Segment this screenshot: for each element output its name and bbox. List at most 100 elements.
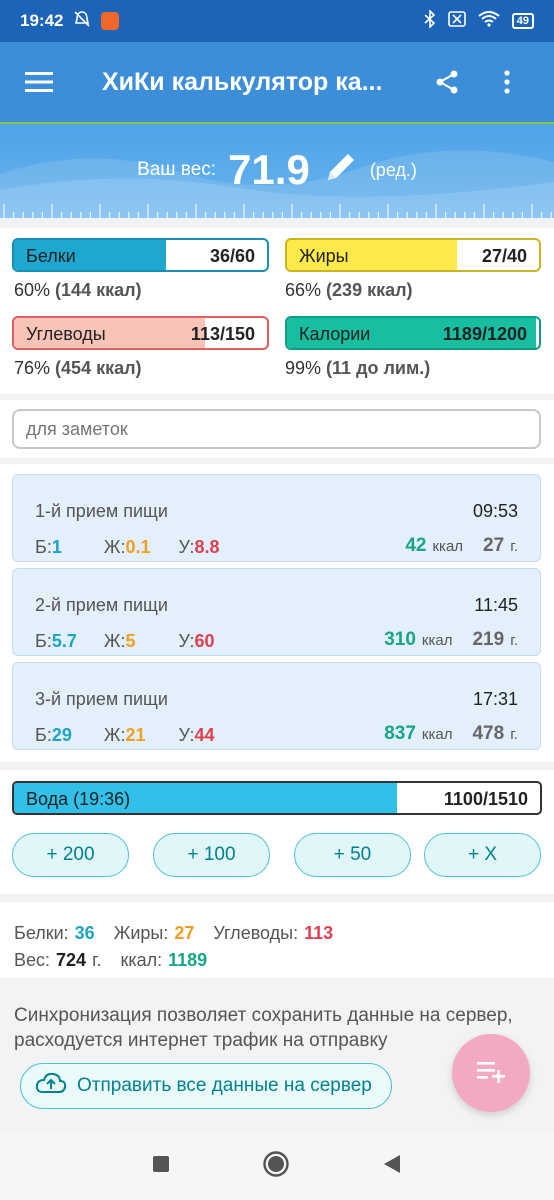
weight-value[interactable]: 71.9	[228, 146, 310, 194]
meal-time: 17:31	[472, 689, 518, 709]
calories-bar[interactable]: Калории 1189/1200	[285, 316, 541, 350]
back-icon[interactable]	[382, 1154, 402, 1179]
meal-fat-label: Ж:	[103, 537, 126, 557]
meal-kcal-unit: ккал	[421, 632, 453, 649]
share-icon[interactable]	[422, 42, 472, 122]
fat-percent: 66%	[285, 280, 322, 300]
protein-bar[interactable]: Белки 36/60	[12, 238, 269, 272]
meal-protein-label: Б:	[35, 725, 52, 745]
meal-fat: 21	[125, 725, 146, 745]
meal-item[interactable]: 3-й прием пищи 17:31 Б: 29 Ж: 21 У: 44 837 ккал 47…	[12, 662, 541, 750]
weight-header: Ваш вес: 71.9 (ред.)	[0, 122, 554, 218]
fat-kcal: (239 ккал)	[326, 280, 413, 300]
carbs-value: 113/150	[190, 324, 255, 344]
sync-upload-label: Отправить все данные на сервер	[77, 1075, 372, 1096]
more-vert-icon[interactable]	[482, 42, 532, 122]
add-water-200-button[interactable]: + 200	[12, 833, 129, 877]
meal-grams: 219	[472, 629, 505, 650]
calories-percent: 99%	[285, 358, 322, 378]
meal-protein: 29	[51, 725, 72, 745]
meal-kcal-unit: ккал	[432, 538, 464, 555]
water-name: Вода (19:36)	[26, 789, 131, 809]
meal-carbs: 44	[194, 725, 215, 745]
pencil-icon[interactable]	[322, 150, 358, 191]
notes-input[interactable]	[12, 409, 541, 449]
water-bar[interactable]: Вода (19:36) 1100/1510	[12, 781, 542, 815]
add-water-custom-button[interactable]: + X	[424, 833, 541, 877]
calories-value: 1189/1200	[442, 324, 527, 344]
meal-kcal-unit: ккал	[421, 726, 453, 743]
wifi-icon	[478, 11, 500, 31]
sim-off-icon	[447, 11, 466, 31]
meal-macros: Б: 29 Ж: 21 У: 44	[35, 725, 215, 746]
cloud-upload-icon	[35, 1072, 67, 1100]
meal-protein: 1	[51, 537, 62, 557]
meal-totals: 310 ккал 219 г.	[384, 629, 518, 651]
summary-fat: 27	[174, 923, 195, 943]
meal-time: 11:45	[474, 595, 518, 615]
summary-kcal: 1189	[168, 950, 208, 970]
calories-summary: 99% (11 до лим.)	[285, 358, 430, 379]
playlist-add-icon	[475, 1059, 507, 1088]
add-water-50-button[interactable]: + 50	[294, 833, 411, 877]
carbs-name: Углеводы	[26, 324, 106, 344]
meal-title: 1-й прием пищи	[35, 501, 168, 521]
meal-item[interactable]: 1-й прием пищи 09:53 Б: 1 Ж: 0.1 У: 8.8 42 ккал 27…	[12, 474, 541, 562]
fat-value: 27/40	[481, 246, 527, 266]
meal-grams-unit: г.	[510, 726, 518, 743]
summary-fat-label: Жиры:	[113, 923, 169, 943]
meal-title: 3-й прием пищи	[35, 689, 168, 709]
meal-protein: 5.7	[51, 631, 77, 651]
meal-title: 2-й прием пищи	[35, 595, 168, 615]
protein-summary: 60% (144 ккал)	[14, 280, 142, 301]
meal-macros: Б: 1 Ж: 0.1 У: 8.8	[35, 537, 220, 558]
summary-weight-label: Вес:	[14, 950, 51, 970]
water-value: 1100/1510	[443, 789, 528, 809]
add-meal-fab[interactable]	[452, 1034, 530, 1112]
summary-protein: 36	[74, 923, 95, 943]
app-title: ХиКи калькулятор ка...	[102, 67, 383, 96]
calories-name: Калории	[299, 324, 371, 344]
fat-bar[interactable]: Жиры 27/40	[285, 238, 541, 272]
app-notification-icon	[101, 12, 120, 30]
calories-remaining: (11 до лим.)	[326, 358, 431, 378]
meal-carbs: 60	[194, 631, 215, 651]
recents-icon[interactable]	[152, 1155, 170, 1178]
add-water-100-button[interactable]: + 100	[153, 833, 270, 877]
summary-carbs: 113	[304, 923, 334, 943]
meal-item[interactable]: 2-й прием пищи 11:45 Б: 5.7 Ж: 5 У: 60 310 ккал 21…	[12, 568, 541, 656]
protein-value: 36/60	[209, 246, 255, 266]
summary-line-macros: Белки: 36 Жиры: 27 Углеводы: 113	[14, 923, 347, 944]
battery-icon: 49	[511, 13, 534, 29]
meal-carbs-label: У:	[178, 537, 195, 557]
macros-card: Белки 36/60 60% (144 ккал) Жиры 27/40 66…	[0, 228, 554, 394]
fat-summary: 66% (239 ккал)	[285, 280, 413, 301]
sync-upload-button[interactable]: Отправить все данные на сервер	[20, 1063, 392, 1109]
status-bar: 19:42 49	[0, 0, 554, 42]
meal-fat-label: Ж:	[103, 631, 126, 651]
summary-carbs-label: Углеводы:	[213, 923, 299, 943]
meal-kcal: 42	[405, 535, 427, 556]
weight-label: Ваш вес:	[137, 159, 217, 180]
protein-percent: 60%	[14, 280, 51, 300]
summary-line-totals: Вес: 724 г. ккал: 1189	[14, 950, 221, 971]
meal-protein-label: Б:	[35, 631, 52, 651]
system-navigation-bar	[0, 1132, 554, 1200]
protein-kcal: (144 ккал)	[55, 280, 142, 300]
meal-fat: 5	[125, 631, 136, 651]
meal-carbs: 8.8	[194, 537, 220, 557]
meal-protein-label: Б:	[35, 537, 52, 557]
fat-name: Жиры	[299, 246, 349, 266]
meal-carbs-label: У:	[178, 631, 195, 651]
carbs-bar[interactable]: Углеводы 113/150	[12, 316, 269, 350]
meal-grams: 27	[483, 535, 505, 556]
home-icon[interactable]	[262, 1150, 290, 1183]
summary-protein-label: Белки:	[14, 923, 69, 943]
summary-weight: 724	[56, 950, 87, 970]
meal-carbs-label: У:	[178, 725, 195, 745]
hamburger-menu-icon[interactable]	[12, 42, 66, 122]
carbs-percent: 76%	[14, 358, 51, 378]
status-time: 19:42	[20, 11, 64, 30]
weight-edit-link[interactable]: (ред.)	[370, 160, 417, 181]
meal-fat-label: Ж:	[103, 725, 126, 745]
